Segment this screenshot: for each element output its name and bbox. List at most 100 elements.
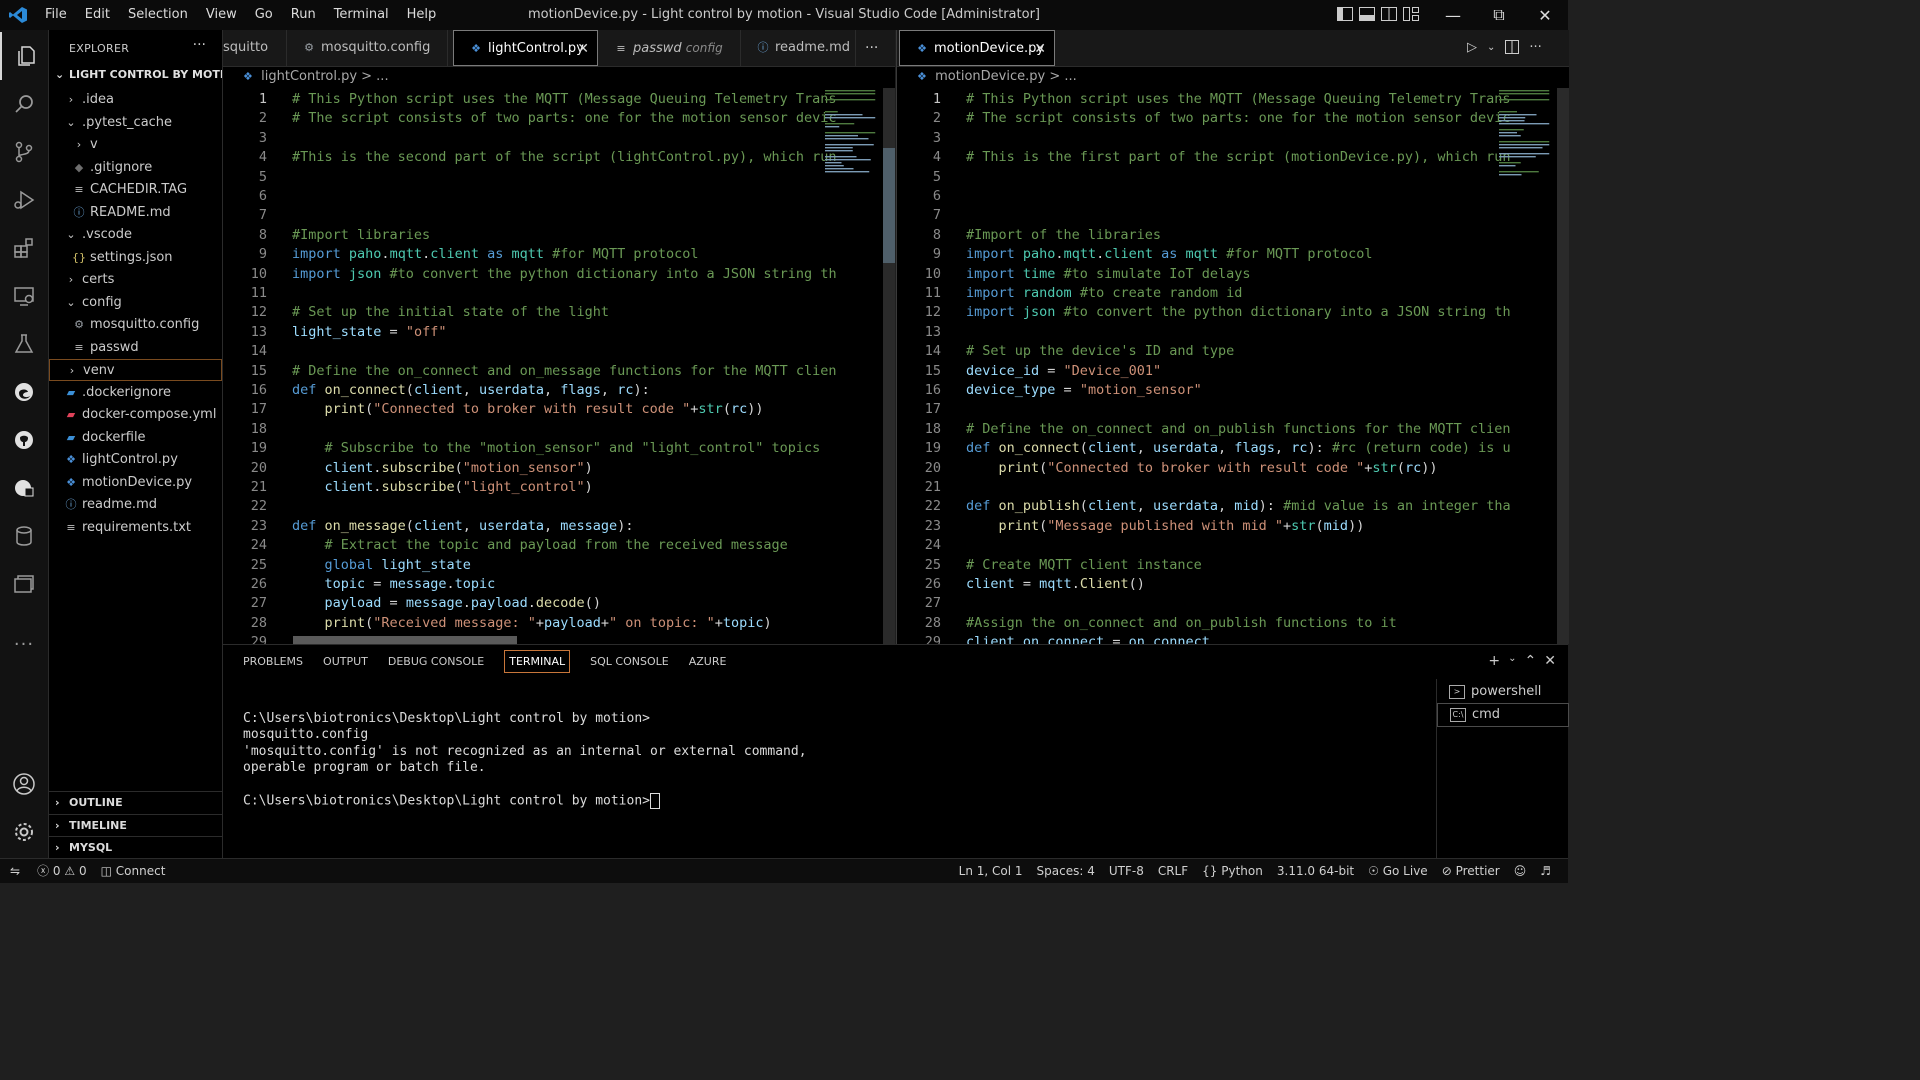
tab-overflow-icon[interactable]: ··· [865,30,878,66]
indentation[interactable]: Spaces: 4 [1030,859,1102,883]
tab-mosquitto-partial[interactable]: squitto [223,30,287,66]
panel-tab-debug-console[interactable]: DEBUG CONSOLE [378,645,494,679]
restore-icon[interactable]: ⧉ [1476,0,1522,30]
settings-gear-icon[interactable] [0,808,48,856]
tree-item-dockerfile[interactable]: ▰ dockerfile [49,427,222,449]
timeline-section[interactable]: › TIMELINE [49,814,222,837]
customize-layout-icon[interactable] [1402,5,1420,23]
close-window-icon[interactable]: ✕ [1522,0,1568,30]
encoding[interactable]: UTF-8 [1102,859,1151,883]
chevron-down-icon[interactable]: ⌄ [1487,40,1495,58]
tree-item-certs[interactable]: › certs [49,269,222,291]
panel-tab-terminal[interactable]: TERMINAL [494,645,580,679]
terminal-item-cmd[interactable]: C:\ cmd [1437,703,1569,727]
tree-item-readme-md[interactable]: ⓘ readme.md [49,494,222,516]
horizontal-scrollbar-left[interactable] [293,636,517,644]
tree-item-dockerignore[interactable]: ▰ .dockerignore [49,382,222,404]
menu-item-help[interactable]: Help [398,0,446,30]
tree-item-idea[interactable]: › .idea [49,89,222,111]
tab-passwd[interactable]: ≡ passwd config [599,30,741,66]
terminal-item-powershell[interactable]: > powershell [1437,681,1569,703]
remote-indicator-icon[interactable]: ⇋ [0,859,30,883]
close-tab-icon[interactable]: ✕ [1034,31,1046,65]
close-tab-icon[interactable]: ✕ [577,31,589,65]
tree-item-docker-compose-yml[interactable]: ▰ docker-compose.yml [49,404,222,426]
toggle-secondary-sidebar-icon[interactable] [1380,5,1398,23]
tree-item-settings-json[interactable]: {} settings.json [49,247,222,269]
panel-tab-output[interactable]: OUTPUT [313,645,378,679]
end-of-line[interactable]: CRLF [1151,859,1195,883]
mysql-section[interactable]: › MYSQL [49,836,222,859]
notifications-bell-icon[interactable]: ♬ [1533,859,1558,883]
github-icon[interactable] [0,416,48,464]
remote-explorer-icon[interactable] [0,272,48,320]
panel-tab-sql-console[interactable]: SQL CONSOLE [580,645,679,679]
connect-button[interactable]: ◫ Connect [94,859,173,883]
panel-tab-problems[interactable]: PROBLEMS [233,645,313,679]
explorer-more-icon[interactable]: ··· [193,37,206,53]
menu-item-go[interactable]: Go [246,0,282,30]
breadcrumb[interactable]: ❖ lightControl.py > ... [243,66,389,88]
problems-indicator[interactable]: ⓧ 0 ⚠ 0 [30,859,94,883]
tab-mosquitto-config[interactable]: ⚙ mosquitto.config [287,30,448,66]
explorer-icon[interactable] [0,32,50,80]
maximize-panel-icon[interactable]: ⌃ [1525,653,1537,669]
menu-item-view[interactable]: View [197,0,246,30]
terminal-output[interactable]: C:\Users\biotronics\Desktop\Light contro… [243,711,807,809]
github-actions-icon[interactable] [0,464,48,512]
tree-item-lightcontrol-py[interactable]: ❖ lightControl.py [49,449,222,471]
cursor-position[interactable]: Ln 1, Col 1 [952,859,1030,883]
menu-item-terminal[interactable]: Terminal [325,0,398,30]
minimize-icon[interactable]: — [1430,0,1476,30]
tree-item-mosquitto-config[interactable]: ⚙ mosquitto.config [49,314,222,336]
tab-lightcontrol-py[interactable]: ❖ lightControl.py ✕ [453,30,598,66]
extensions-icon[interactable] [0,224,48,272]
run-python-file-icon[interactable]: ▷ [1467,40,1477,58]
tree-item-cachedir-tag[interactable]: ≡ CACHEDIR.TAG [49,179,222,201]
menu-item-run[interactable]: Run [282,0,325,30]
menu-item-selection[interactable]: Selection [119,0,197,30]
menu-item-file[interactable]: File [36,0,76,30]
minimap-left[interactable] [823,88,881,228]
tab-readme-md[interactable]: ⓘ readme.md [741,30,856,66]
source-control-icon[interactable] [0,128,48,176]
database-icon[interactable] [0,512,48,560]
run-debug-icon[interactable] [0,176,48,224]
code-editor-right[interactable]: 1 # This Python script uses the MQTT (Mes… [897,88,1569,644]
tree-item-config[interactable]: ⌄ config [49,292,222,314]
prettier-button[interactable]: ⊘ Prettier [1435,859,1507,883]
more-actions-icon[interactable]: ··· [1529,40,1541,58]
scrollbar-right[interactable] [1557,88,1569,644]
new-terminal-icon[interactable]: + [1488,653,1500,669]
outline-section[interactable]: › OUTLINE [49,791,222,814]
pages-icon[interactable] [0,560,48,608]
breadcrumb[interactable]: ❖ motionDevice.py > ... [917,66,1077,88]
tree-item-venv[interactable]: › venv [49,359,222,381]
tree-item-v[interactable]: › v [49,134,222,156]
tree-item-vscode[interactable]: ⌄ .vscode [49,224,222,246]
panel-tab-azure[interactable]: AZURE [679,645,737,679]
minimap-right[interactable] [1497,88,1555,228]
close-panel-icon[interactable]: ✕ [1544,653,1556,669]
more-icon[interactable]: ··· [0,620,48,668]
tree-item-gitignore[interactable]: ◆ .gitignore [49,157,222,179]
tree-item-pytest-cache[interactable]: ⌄ .pytest_cache [49,112,222,134]
tree-item-requirements-txt[interactable]: ≡ requirements.txt [49,517,222,539]
menu-item-edit[interactable]: Edit [76,0,119,30]
go-live-button[interactable]: ☉ Go Live [1361,859,1435,883]
chevron-down-icon[interactable]: ⌄ [1508,653,1516,669]
testing-icon[interactable] [0,320,48,368]
tree-item-readme-md[interactable]: ⓘ README.md [49,202,222,224]
workspace-root-folder[interactable]: ⌄ LIGHT CONTROL BY MOTI... [49,68,222,88]
toggle-panel-icon[interactable] [1358,5,1376,23]
search-icon[interactable] [0,80,48,128]
feedback-icon[interactable]: ☺ [1507,859,1534,883]
scroll-thumb[interactable] [883,148,895,263]
tree-item-passwd[interactable]: ≡ passwd [49,337,222,359]
python-interpreter[interactable]: 3.11.0 64-bit [1270,859,1361,883]
account-icon[interactable] [0,760,48,808]
scrollbar-left[interactable] [883,88,895,644]
code-editor-left[interactable]: 1 # This Python script uses the MQTT (Mes… [223,88,895,644]
toggle-primary-sidebar-icon[interactable] [1336,5,1354,23]
language-mode[interactable]: {} Python [1195,859,1270,883]
